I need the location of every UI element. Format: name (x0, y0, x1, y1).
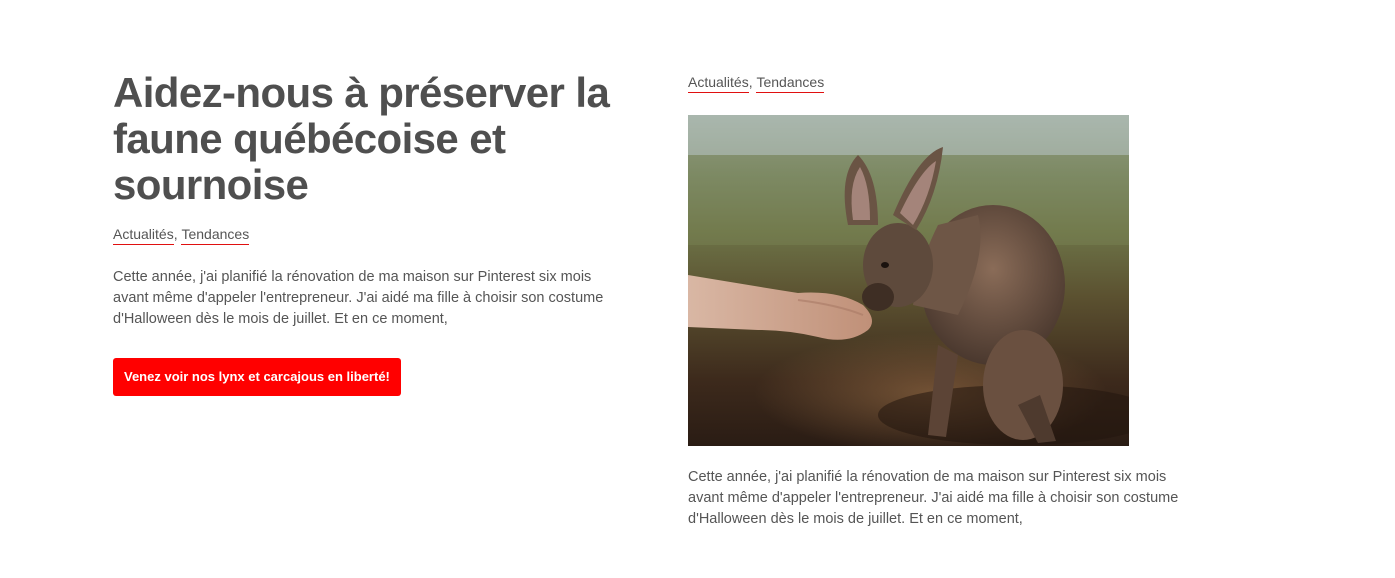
wallaby-photo[interactable] (688, 115, 1129, 446)
category-list: Actualités, Tendances (113, 225, 633, 245)
secondary-article: Actualités, Tendances Cette année, j'ai … (688, 73, 1208, 530)
category-link-actualites[interactable]: Actualités (113, 225, 174, 245)
cta-button[interactable]: Venez voir nos lynx et carcajous en libe… (113, 358, 401, 396)
wallaby-image (688, 115, 1129, 446)
article-excerpt: Cette année, j'ai planifié la rénovation… (113, 269, 604, 327)
category-list: Actualités, Tendances (688, 73, 1208, 93)
category-separator: , (748, 74, 753, 90)
category-link-tendances[interactable]: Tendances (756, 73, 825, 93)
article-excerpt: Cette année, j'ai planifié la rénovation… (688, 469, 1179, 527)
category-link-tendances[interactable]: Tendances (181, 225, 250, 245)
category-separator: , (173, 226, 178, 242)
page: Aidez-nous à préserver la faune québécoi… (0, 0, 1395, 578)
article-title[interactable]: Aidez-nous à préserver la faune québécoi… (113, 70, 633, 208)
category-link-actualites[interactable]: Actualités (688, 73, 749, 93)
featured-article: Aidez-nous à préserver la faune québécoi… (113, 70, 633, 396)
